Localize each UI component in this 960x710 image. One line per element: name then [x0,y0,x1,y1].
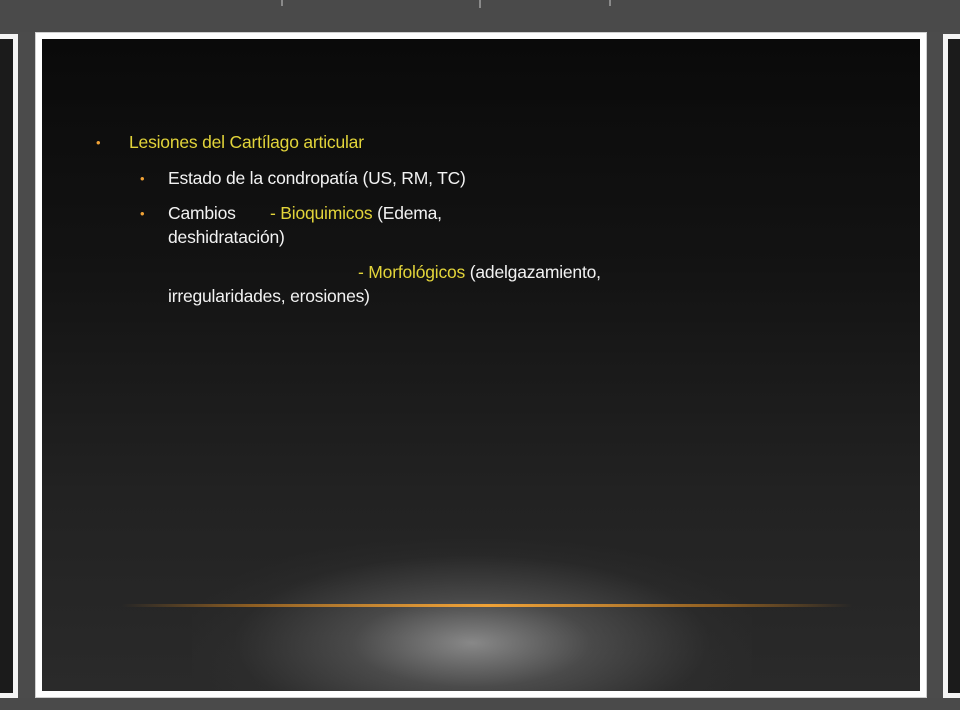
morfologicos-continuation: irregularidades, erosiones) [168,286,370,306]
bullet-cambios-morfologicos: - Morfológicos (adelgazamiento, [358,261,601,284]
bottom-toolbar-strip [0,698,960,710]
toolbar-divider [479,0,481,8]
bullet-cambios-label: Cambios [168,203,236,223]
bioquimicos-highlight: - Bioquimicos [270,203,373,223]
current-slide-frame: • Lesiones del Cartílago articular • Est… [35,32,927,698]
bullet-icon: • [140,206,145,221]
bullet-estado-condropatia: Estado de la condropatía (US, RM, TC) [168,168,466,188]
bioquimicos-continuation: deshidratación) [168,227,285,247]
toolbar-fragment [281,0,283,6]
morfologicos-detail: (adelgazamiento, [465,262,601,282]
morfologicos-highlight: - Morfológicos [358,262,466,282]
bullet-cambios-bioquimicos: - Bioquimicos (Edema, [270,202,442,225]
slide-canvas: • Lesiones del Cartílago articular • Est… [42,39,920,691]
previous-slide-thumbnail[interactable] [0,34,18,698]
bullet-icon: • [96,135,101,150]
level1-heading: Lesiones del Cartílago articular [129,132,364,152]
bioquimicos-detail: (Edema, [372,203,442,223]
presentation-viewer: • Lesiones del Cartílago articular • Est… [0,0,960,710]
toolbar-fragment [609,0,611,6]
top-toolbar-strip [0,0,960,32]
bullet-icon: • [140,171,145,186]
slide-content: • Lesiones del Cartílago articular • Est… [42,39,920,691]
next-slide-thumbnail[interactable] [943,34,960,698]
